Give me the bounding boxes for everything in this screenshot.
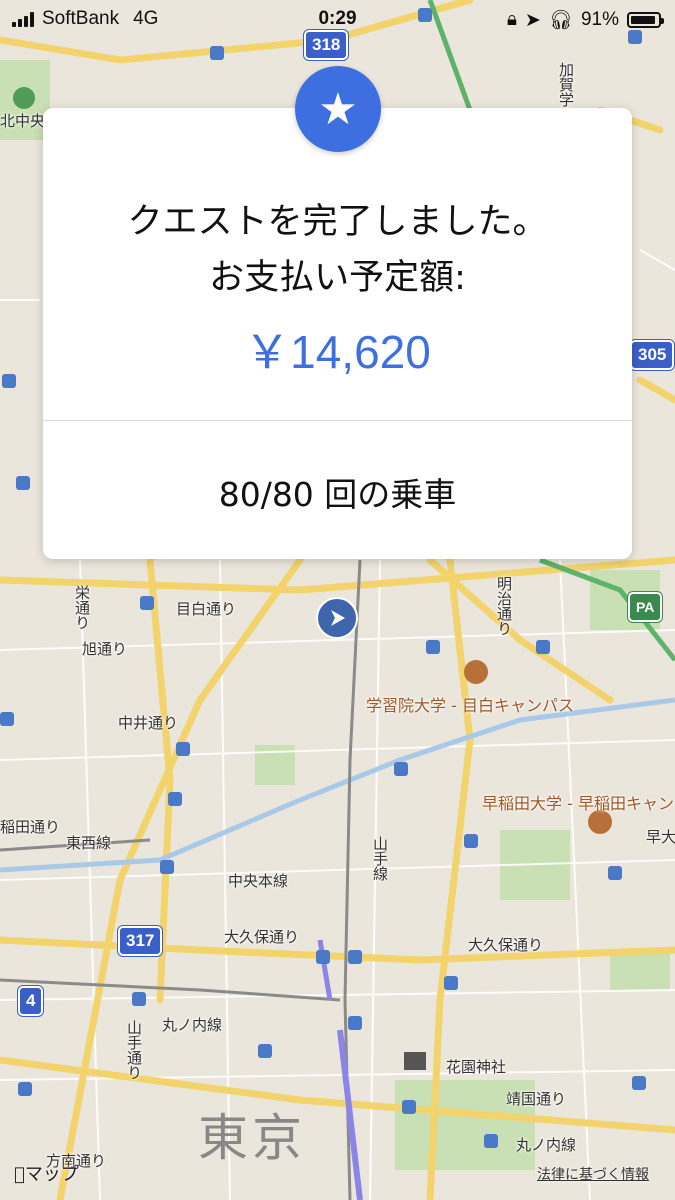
battery-percent: 91% — [580, 9, 619, 30]
map-label-marunouchi-line-east: 丸ノ内線 — [516, 1136, 577, 1154]
orientation-lock-icon: 🔒︎ — [506, 9, 517, 30]
map-label-yamanote-line: 山手線 — [371, 836, 389, 881]
status-bar: SoftBank 4G 0:29 🔒︎ ➤ 🎧︎ 91% — [0, 0, 675, 38]
map-label-sakae-dori: 栄通り — [73, 585, 91, 630]
map-label-waseda-dori: 稲田通り — [0, 818, 61, 836]
map-label-yamate-dori: 山手通り — [125, 1020, 143, 1080]
map-label-okubo-dori: 大久保通り — [224, 928, 300, 946]
route-shield-4: 4 — [18, 986, 44, 1016]
maps-logo: マップ — [14, 1160, 79, 1186]
legal-info-link[interactable]: 法律に基づく情報 — [537, 1164, 649, 1184]
current-location-arrow-icon — [316, 597, 358, 639]
headphones-icon: 🎧︎ — [548, 10, 573, 31]
map-label-tozai-line: 東西線 — [66, 834, 112, 852]
map-label-kita-chuo: 北中央 — [0, 112, 46, 130]
map-label-asahi-dori: 旭通り — [82, 640, 128, 658]
map-label-waseda[interactable]: 早稲田大学 - 早稲田キャン — [482, 790, 674, 814]
map-label-nakai-dori: 中井通り — [118, 714, 179, 732]
quest-complete-message: クエストを完了しました。 — [127, 202, 548, 242]
map-label-hanazono[interactable]: 花園神社 — [446, 1056, 506, 1077]
expected-payment-label: お支払い予定額: — [209, 258, 466, 298]
route-shield-305: 305 — [630, 340, 675, 370]
map-label-tokyo: 東京 — [198, 1109, 306, 1167]
card-divider — [43, 420, 632, 421]
map-label-chuo-line: 中央本線 — [228, 872, 289, 890]
star-icon: ★ — [295, 66, 381, 152]
map-label-meiji-dori: 明治通り — [495, 576, 513, 636]
map-label-gakushuin[interactable]: 学習院大学 - 目白キャンパス — [366, 692, 574, 716]
location-services-icon: ➤ — [524, 9, 541, 31]
map-label-marunouchi-line: 丸ノ内線 — [162, 1016, 223, 1034]
route-shield-317: 317 — [118, 926, 163, 956]
quest-complete-card[interactable]: クエストを完了しました。 お支払い予定額: ￥14,620 80/80 回の乗車 — [43, 108, 632, 559]
expected-payment-amount: ￥14,620 — [244, 326, 431, 378]
status-bar-right: 🔒︎ ➤ 🎧︎ 91% — [506, 8, 664, 32]
maps-logo-text: マップ — [14, 1164, 79, 1185]
ride-progress: 80/80 回の乗車 — [218, 475, 457, 514]
map-label-hayadai: 早大 — [646, 828, 675, 846]
map-label-okubo-dori-east: 大久保通り — [468, 936, 544, 954]
battery-icon — [627, 12, 664, 28]
map-label-mejiro-dori: 目白通り — [176, 600, 237, 618]
quest-card-heading: クエストを完了しました。 お支払い予定額: — [43, 194, 632, 306]
parking-area-shield: PA — [628, 592, 663, 622]
battery-level-fill — [631, 16, 655, 24]
map-label-yasukuni-dori: 靖国通り — [506, 1090, 567, 1108]
